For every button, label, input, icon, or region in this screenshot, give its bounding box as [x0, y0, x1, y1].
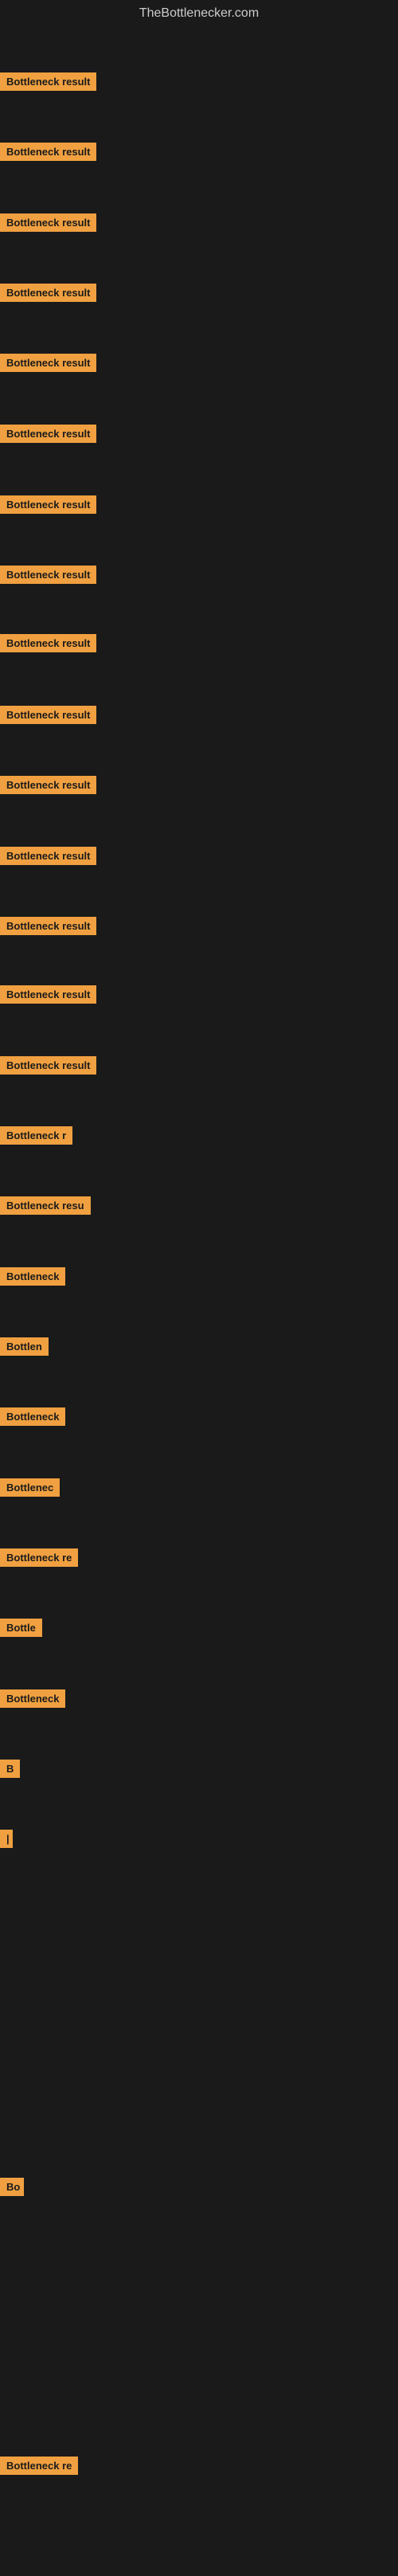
bottleneck-item-27[interactable]: Bo: [0, 2178, 24, 2200]
bottleneck-item-18[interactable]: Bottleneck: [0, 1267, 65, 1290]
bottleneck-badge-27: Bo: [0, 2178, 24, 2196]
bottleneck-item-21[interactable]: Bottlenec: [0, 1478, 60, 1501]
bottleneck-item-17[interactable]: Bottleneck resu: [0, 1196, 91, 1219]
bottleneck-badge-28: Bottleneck re: [0, 2457, 78, 2475]
bottleneck-badge-24: Bottleneck: [0, 1689, 65, 1708]
bottleneck-badge-18: Bottleneck: [0, 1267, 65, 1286]
bottleneck-badge-26: |: [0, 1830, 13, 1848]
bottleneck-badge-21: Bottlenec: [0, 1478, 60, 1497]
bottleneck-badge-12: Bottleneck result: [0, 847, 96, 865]
bottleneck-item-28[interactable]: Bottleneck re: [0, 2457, 78, 2479]
bottleneck-item-25[interactable]: B: [0, 1760, 20, 1782]
bottleneck-badge-10: Bottleneck result: [0, 706, 96, 724]
bottleneck-item-8[interactable]: Bottleneck result: [0, 566, 96, 588]
bottleneck-badge-14: Bottleneck result: [0, 985, 96, 1004]
bottleneck-item-13[interactable]: Bottleneck result: [0, 917, 96, 939]
bottleneck-badge-4: Bottleneck result: [0, 284, 96, 302]
bottleneck-badge-15: Bottleneck result: [0, 1056, 96, 1075]
bottleneck-item-9[interactable]: Bottleneck result: [0, 634, 96, 656]
bottleneck-item-20[interactable]: Bottleneck: [0, 1407, 65, 1430]
bottleneck-item-15[interactable]: Bottleneck result: [0, 1056, 96, 1079]
bottleneck-item-23[interactable]: Bottle: [0, 1619, 42, 1641]
bottleneck-item-11[interactable]: Bottleneck result: [0, 776, 96, 798]
bottleneck-badge-20: Bottleneck: [0, 1407, 65, 1426]
bottleneck-item-2[interactable]: Bottleneck result: [0, 143, 96, 165]
bottleneck-item-14[interactable]: Bottleneck result: [0, 985, 96, 1008]
bottleneck-item-24[interactable]: Bottleneck: [0, 1689, 65, 1712]
bottleneck-badge-1: Bottleneck result: [0, 72, 96, 91]
bottleneck-item-4[interactable]: Bottleneck result: [0, 284, 96, 306]
bottleneck-item-7[interactable]: Bottleneck result: [0, 495, 96, 518]
bottleneck-badge-7: Bottleneck result: [0, 495, 96, 514]
bottleneck-item-1[interactable]: Bottleneck result: [0, 72, 96, 95]
bottleneck-badge-2: Bottleneck result: [0, 143, 96, 161]
bottleneck-badge-6: Bottleneck result: [0, 425, 96, 443]
bottleneck-badge-22: Bottleneck re: [0, 1548, 78, 1567]
bottleneck-item-6[interactable]: Bottleneck result: [0, 425, 96, 447]
bottleneck-badge-19: Bottlen: [0, 1337, 49, 1356]
bottleneck-badge-11: Bottleneck result: [0, 776, 96, 794]
bottleneck-item-19[interactable]: Bottlen: [0, 1337, 49, 1360]
bottleneck-item-16[interactable]: Bottleneck r: [0, 1126, 72, 1149]
bottleneck-badge-13: Bottleneck result: [0, 917, 96, 935]
bottleneck-item-12[interactable]: Bottleneck result: [0, 847, 96, 869]
bottleneck-badge-16: Bottleneck r: [0, 1126, 72, 1145]
bottleneck-item-3[interactable]: Bottleneck result: [0, 213, 96, 236]
bottleneck-badge-17: Bottleneck resu: [0, 1196, 91, 1215]
site-title: TheBottlenecker.com: [0, 0, 398, 27]
bottleneck-item-22[interactable]: Bottleneck re: [0, 1548, 78, 1571]
bottleneck-item-10[interactable]: Bottleneck result: [0, 706, 96, 728]
bottleneck-badge-8: Bottleneck result: [0, 566, 96, 584]
bottleneck-badge-9: Bottleneck result: [0, 634, 96, 652]
bottleneck-item-5[interactable]: Bottleneck result: [0, 354, 96, 376]
bottleneck-item-26[interactable]: |: [0, 1830, 13, 1852]
bottleneck-badge-3: Bottleneck result: [0, 213, 96, 232]
bottleneck-badge-25: B: [0, 1760, 20, 1778]
bottleneck-badge-23: Bottle: [0, 1619, 42, 1637]
bottleneck-badge-5: Bottleneck result: [0, 354, 96, 372]
